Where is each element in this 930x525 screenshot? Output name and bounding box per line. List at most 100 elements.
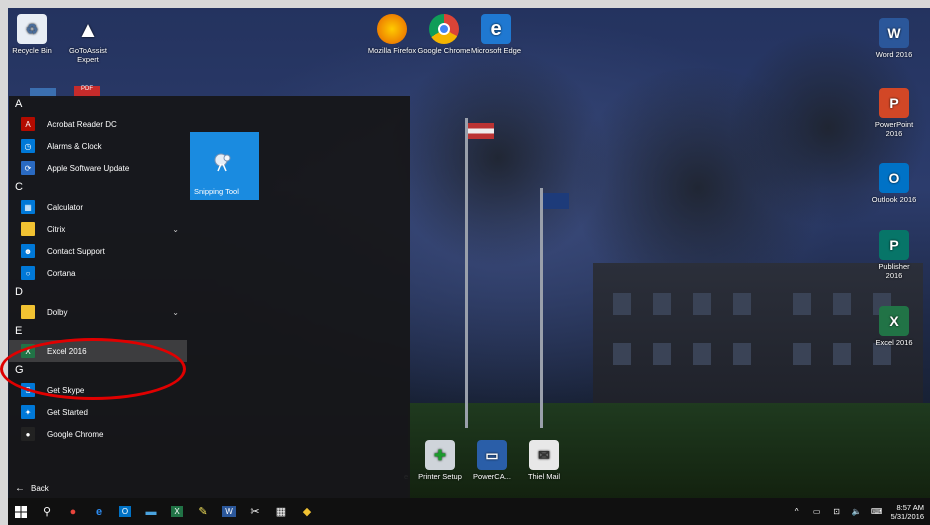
volume-icon[interactable]: 🔈: [847, 507, 867, 516]
gotoassist-label: GoToAssist Expert: [69, 46, 107, 64]
search-icon: ⚲: [42, 506, 52, 518]
apple-update-icon: ⟳: [21, 161, 35, 175]
edge-shortcut[interactable]: e Microsoft Edge: [468, 14, 524, 55]
printer-setup-shortcut[interactable]: ✚ Printer Setup: [412, 440, 468, 481]
outlook-icon: O: [879, 163, 909, 193]
app-item-citrix[interactable]: Citrix ⌄: [9, 218, 187, 240]
chrome-label: Google Chrome: [417, 46, 471, 55]
clock-date: 5/31/2016: [890, 511, 924, 521]
clock[interactable]: 8:57 AM 5/31/2016: [887, 503, 930, 521]
flagpole: [465, 118, 468, 428]
flagpole: [540, 188, 543, 428]
app-item-label: Citrix: [47, 224, 66, 234]
publisher-shortcut[interactable]: P Publisher 2016: [866, 230, 922, 280]
chrome-shortcut[interactable]: Google Chrome: [416, 14, 472, 55]
publisher-icon: P: [879, 230, 909, 260]
app-item-label: Contact Support: [47, 246, 105, 256]
powerpoint-shortcut[interactable]: P PowerPoint 2016: [866, 88, 922, 138]
edge-icon: e: [481, 14, 511, 44]
start-button[interactable]: [8, 498, 34, 525]
app-item-label: Dolby: [47, 307, 68, 317]
state-flag: [543, 193, 569, 209]
chrome-icon: ●: [21, 427, 35, 441]
app-item-acrobat-reader-dc[interactable]: A Acrobat Reader DC: [9, 113, 187, 135]
app-item-label: Apple Software Update: [47, 163, 130, 173]
powerpoint-icon: P: [879, 88, 909, 118]
recycle-bin-icon: ♻: [17, 14, 47, 44]
battery-icon[interactable]: ▭: [807, 507, 827, 516]
scissors-icon: [214, 153, 231, 172]
keyboard-icon[interactable]: ⌨: [867, 507, 887, 516]
app-item-apple-software-update[interactable]: ⟳ Apple Software Update: [9, 157, 187, 179]
lightbulb-icon: ✦: [21, 405, 35, 419]
section-letter[interactable]: C: [9, 179, 187, 196]
taskbar: ⚲ ● e O ▬ X ✎ W ✂ ▦ ◆ ^ ▭ ⊡ 🔈 ⌨ 8:57 AM …: [8, 498, 930, 525]
firefox-label: Mozilla Firefox: [367, 46, 417, 55]
app-item-label: Alarms & Clock: [47, 141, 102, 151]
app-item-label: Calculator: [47, 202, 84, 212]
outlook-shortcut[interactable]: O Outlook 2016: [866, 163, 922, 204]
app-item-contact-support[interactable]: ☻ Contact Support: [9, 240, 187, 262]
excel-icon: X: [171, 506, 183, 517]
taskbar-calculator[interactable]: ▦: [268, 498, 294, 525]
cortana-icon: ○: [21, 266, 35, 280]
back-button[interactable]: ← Back: [9, 478, 187, 498]
taskbar-file-explorer[interactable]: ▬: [138, 498, 164, 525]
word-label: Word 2016: [875, 50, 913, 59]
app-item-get-started[interactable]: ✦ Get Started: [9, 401, 187, 423]
us-flag: [468, 123, 494, 139]
highlight-circle: [0, 338, 186, 400]
app-item-alarms-clock[interactable]: ◷ Alarms & Clock: [9, 135, 187, 157]
taskbar-excel[interactable]: X: [164, 498, 190, 525]
folder-icon: ▬: [145, 505, 157, 518]
app-item-google-chrome[interactable]: ● Google Chrome: [9, 423, 187, 445]
pencil-icon: ✎: [198, 506, 208, 518]
chevron-down-icon[interactable]: ⌄: [172, 308, 179, 317]
recycle-bin-shortcut[interactable]: ♻ Recycle Bin: [8, 14, 60, 55]
word-shortcut[interactable]: W Word 2016: [866, 18, 922, 59]
chrome-icon: ●: [69, 505, 77, 518]
app-item-dolby[interactable]: Dolby ⌄: [9, 301, 187, 323]
taskbar-snipping-tool[interactable]: ✂: [242, 498, 268, 525]
firefox-shortcut[interactable]: Mozilla Firefox: [364, 14, 420, 55]
clock-icon: ◷: [21, 139, 35, 153]
powerca-label: PowerCA...: [473, 472, 511, 481]
app-list: A A Acrobat Reader DC ◷ Alarms & Clock ⟳ Apple…: [9, 96, 187, 498]
gotoassist-shortcut[interactable]: ▲ GoToAssist Expert: [60, 14, 116, 64]
folder-icon: [21, 305, 35, 319]
excel-shortcut[interactable]: X Excel 2016: [866, 306, 922, 347]
calculator-icon: ▦: [21, 200, 35, 214]
word-icon: W: [879, 18, 909, 48]
taskbar-outlook[interactable]: O: [112, 498, 138, 525]
app-item-cortana[interactable]: ○ Cortana: [9, 262, 187, 284]
start-menu: A A Acrobat Reader DC ◷ Alarms & Clock ⟳ Apple…: [9, 96, 410, 498]
clock-time: 8:57 AM: [896, 502, 924, 512]
taskbar-app[interactable]: ◆: [294, 498, 320, 525]
taskbar-pencil[interactable]: ✎: [190, 498, 216, 525]
printer-setup-label: Printer Setup: [418, 472, 462, 481]
folder-icon: [21, 222, 35, 236]
chevron-up-icon[interactable]: ^: [787, 507, 807, 516]
powerpoint-label: PowerPoint 2016: [874, 120, 914, 138]
section-letter[interactable]: A: [9, 96, 187, 113]
back-arrow-icon: ←: [15, 482, 25, 494]
section-letter[interactable]: D: [9, 284, 187, 301]
calculator-icon: ▦: [275, 506, 287, 518]
network-icon[interactable]: ⊡: [827, 507, 847, 516]
publisher-label: Publisher 2016: [878, 262, 910, 280]
edge-icon: e: [95, 505, 103, 518]
taskbar-search[interactable]: ⚲: [34, 498, 60, 525]
taskbar-word[interactable]: W: [216, 498, 242, 525]
windows-icon: [15, 505, 27, 518]
powerca-shortcut[interactable]: ▭ PowerCA...: [464, 440, 520, 481]
app-item-label: Cortana: [47, 268, 76, 278]
app-item-calculator[interactable]: ▦ Calculator: [9, 196, 187, 218]
thiel-mail-shortcut[interactable]: ✉ Thiel Mail: [516, 440, 572, 481]
app-item-label: Acrobat Reader DC: [47, 119, 117, 129]
snipping-tool-tile[interactable]: Snipping Tool: [190, 132, 259, 200]
chevron-down-icon[interactable]: ⌄: [172, 225, 179, 234]
taskbar-edge[interactable]: e: [86, 498, 112, 525]
taskbar-chrome[interactable]: ●: [60, 498, 86, 525]
app-item-label: Get Started: [47, 407, 88, 417]
outlook-icon: O: [118, 506, 132, 517]
